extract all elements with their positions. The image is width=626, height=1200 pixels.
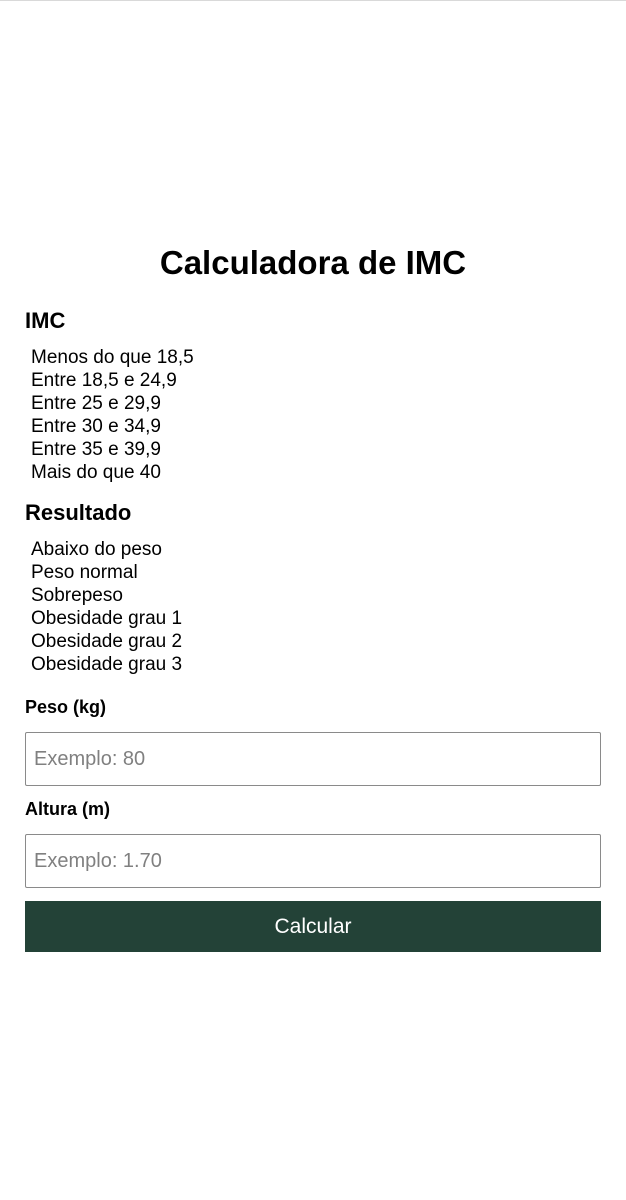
list-item: Sobrepeso <box>31 585 123 606</box>
list-item: Obesidade grau 1 <box>31 608 183 629</box>
peso-label: Peso (kg) <box>25 697 107 717</box>
result-section-title: Resultado <box>25 500 132 525</box>
list-item: Entre 30 e 34,9 <box>31 416 161 437</box>
list-item: Abaixo do peso <box>31 539 162 560</box>
imc-range-list: Menos do que 18,5 Entre 18,5 e 24,9 Entr… <box>25 346 601 484</box>
result-list: Abaixo do peso Peso normal Sobrepeso Obe… <box>25 538 601 676</box>
list-item: Menos do que 18,5 <box>31 347 194 368</box>
page-title: Calculadora de IMC <box>159 244 467 281</box>
calculate-button[interactable]: Calcular <box>25 901 601 952</box>
peso-input[interactable] <box>25 732 601 786</box>
imc-calculator: Calculadora de IMC IMC Menos do que 18,5… <box>25 241 601 952</box>
altura-input[interactable] <box>25 834 601 888</box>
list-item: Entre 35 e 39,9 <box>31 439 161 460</box>
list-item: Entre 25 e 29,9 <box>31 393 161 414</box>
list-item: Obesidade grau 3 <box>31 654 183 675</box>
list-item: Entre 18,5 e 24,9 <box>31 370 177 391</box>
list-item: Peso normal <box>31 562 138 583</box>
altura-label: Altura (m) <box>25 799 110 819</box>
imc-section-title: IMC <box>25 308 66 333</box>
list-item: Mais do que 40 <box>31 462 161 483</box>
list-item: Obesidade grau 2 <box>31 631 183 652</box>
